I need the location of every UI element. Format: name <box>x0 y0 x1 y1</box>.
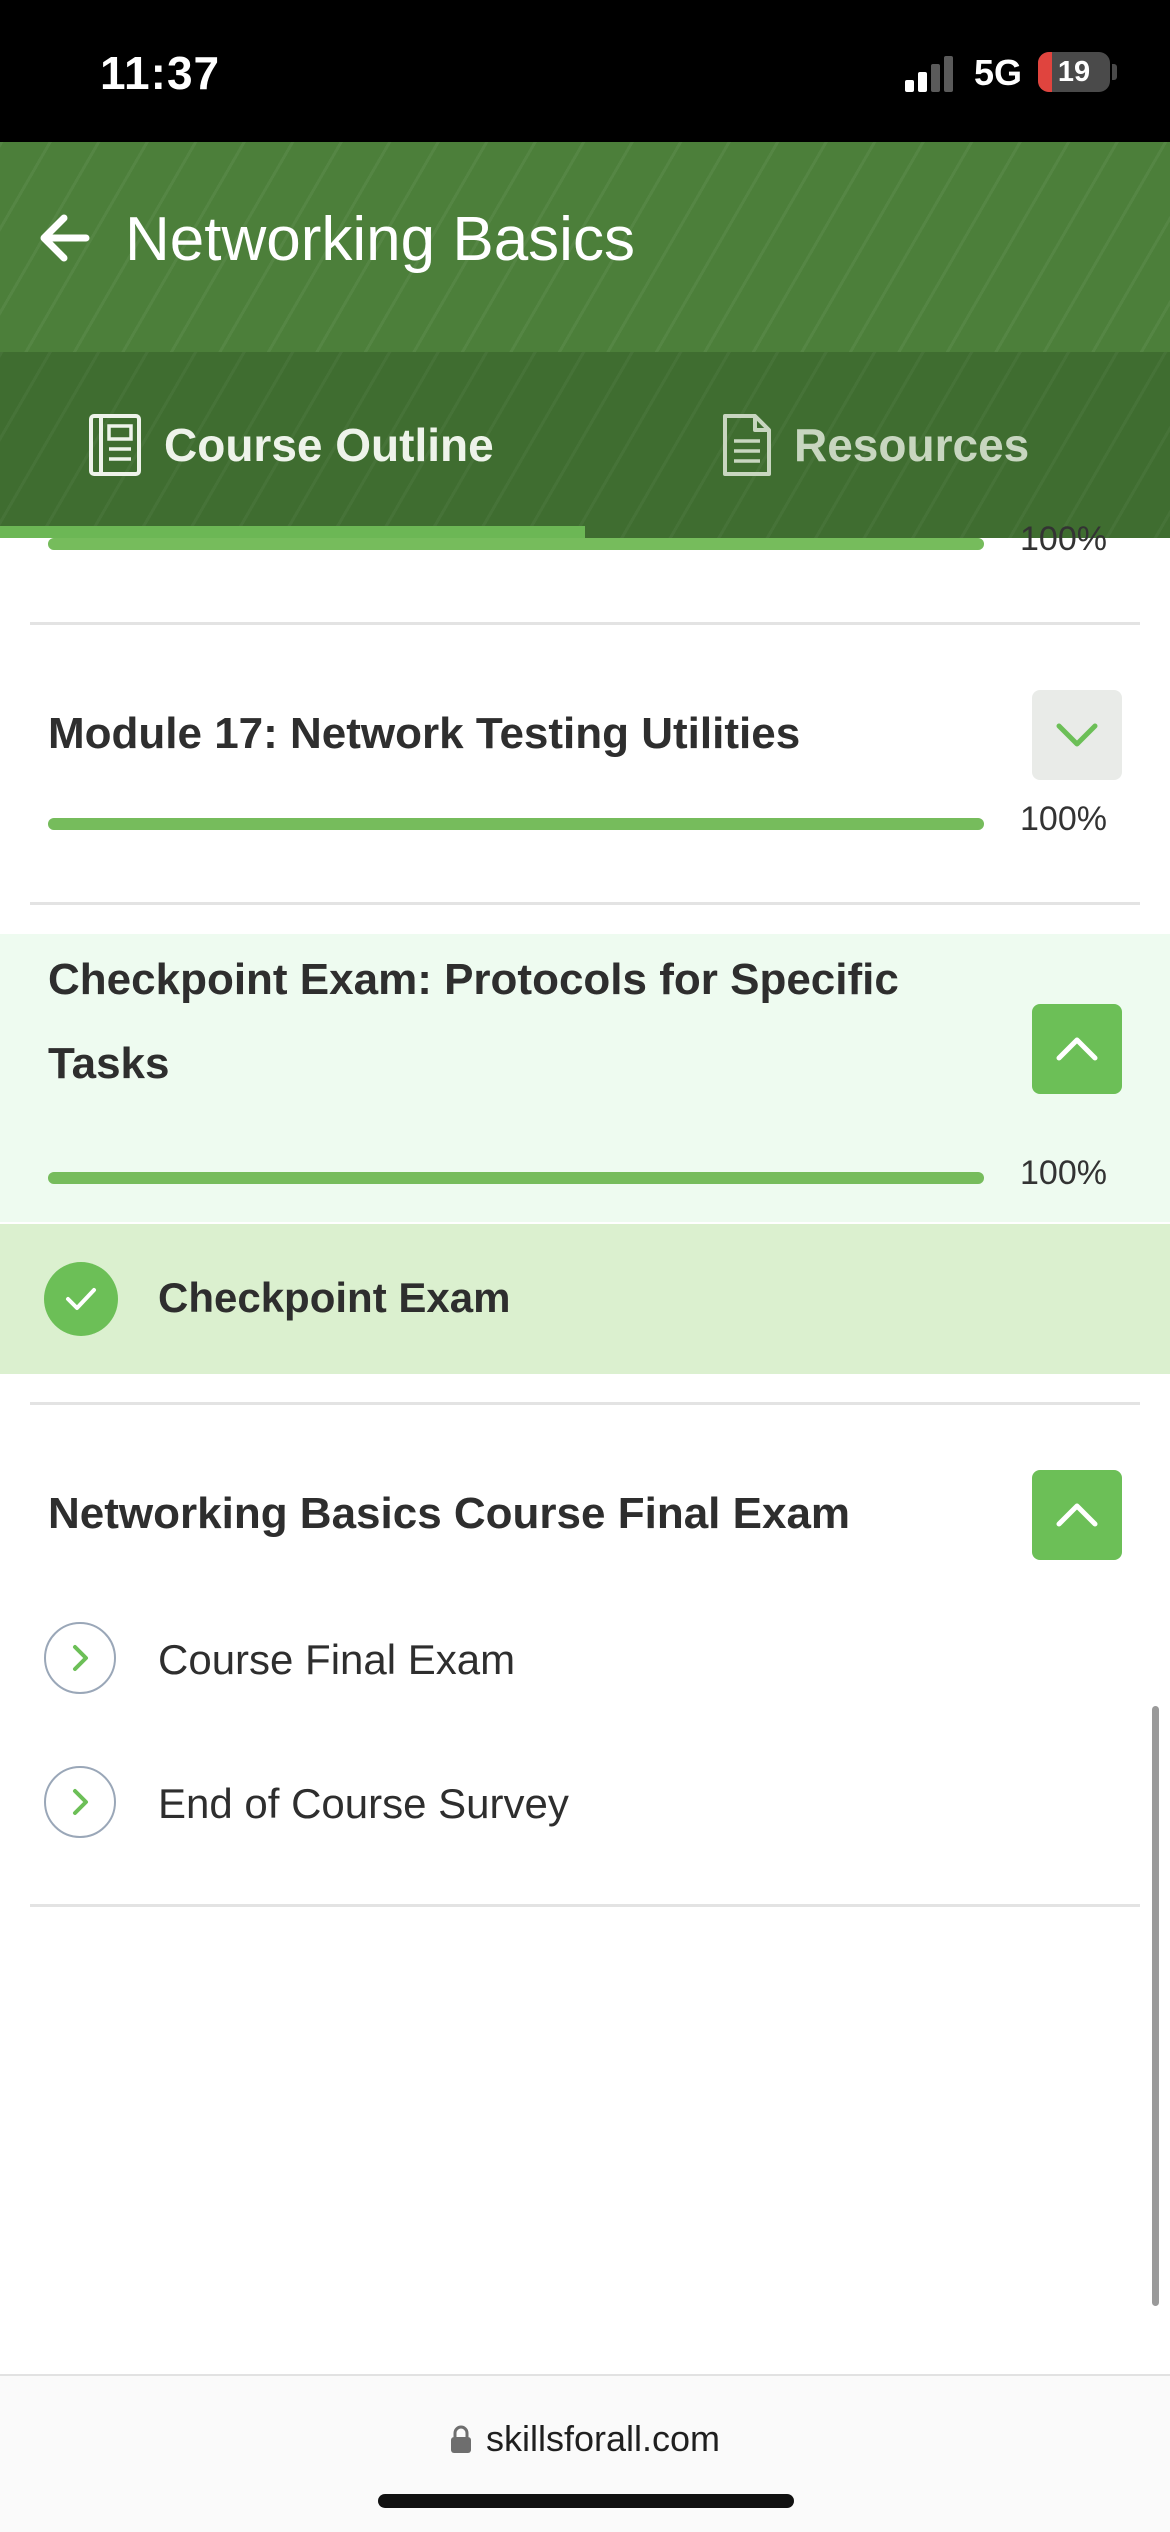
divider <box>30 622 1140 625</box>
tab-course-outline[interactable]: Course Outline <box>88 352 494 538</box>
end-of-course-survey-label: End of Course Survey <box>158 1780 569 1827</box>
signal-strength-icon <box>905 54 955 92</box>
page-title: Networking Basics <box>125 205 635 274</box>
module-title[interactable]: Module 17: Network Testing Utilities <box>48 692 800 776</box>
module-progress-bar <box>48 1172 984 1184</box>
checkpoint-exam-label: Checkpoint Exam <box>158 1274 511 1321</box>
tab-resources-label: Resources <box>794 419 1030 471</box>
battery-icon: 19 <box>1038 52 1110 92</box>
battery-percentage: 19 <box>1057 56 1091 88</box>
tab-course-outline-label: Course Outline <box>164 419 494 471</box>
chevron-up-icon <box>1056 1037 1098 1061</box>
module-progress-label: 100% <box>1020 520 1107 558</box>
back-button[interactable] <box>34 206 98 270</box>
module-expand-button[interactable] <box>1032 690 1122 780</box>
chevron-up-icon <box>1056 1503 1098 1527</box>
home-indicator[interactable] <box>378 2494 794 2508</box>
tab-bar: Course Outline Resources <box>0 352 1170 538</box>
module-collapse-button[interactable] <box>1032 1004 1122 1094</box>
chevron-down-icon <box>1056 723 1098 747</box>
course-final-exam-label: Course Final Exam <box>158 1636 516 1683</box>
module-progress-fill <box>48 818 984 830</box>
tab-resources[interactable]: Resources <box>722 352 1029 538</box>
battery-tip <box>1112 64 1117 80</box>
module-progress-label: 100% <box>1020 1154 1107 1192</box>
module-progress-fill <box>48 1172 984 1184</box>
divider <box>30 1402 1140 1405</box>
status-bar: 11:37 5G 19 <box>0 0 1170 142</box>
arrow-left-icon <box>40 214 90 262</box>
chevron-right-icon <box>44 1622 116 1694</box>
module-progress-bar <box>48 818 984 830</box>
chevron-right-icon <box>44 1766 116 1838</box>
browser-url-bar[interactable]: skillsforall.com <box>0 2374 1170 2532</box>
book-outline-icon <box>89 414 141 476</box>
url-text: skillsforall.com <box>485 2418 721 2459</box>
checkpoint-exam-item[interactable]: Checkpoint Exam <box>0 1224 1170 1374</box>
completed-check-icon <box>44 1262 118 1336</box>
end-of-course-survey-item[interactable]: End of Course Survey <box>0 1746 1170 1856</box>
app-header: Networking Basics <box>0 142 1170 352</box>
document-icon <box>723 414 771 476</box>
module-title[interactable]: Networking Basics Course Final Exam <box>48 1472 850 1556</box>
module-progress-bar <box>48 538 984 550</box>
divider <box>30 902 1140 905</box>
scrollbar[interactable] <box>1152 1706 1159 2306</box>
lock-icon <box>450 2425 471 2453</box>
divider <box>30 1904 1140 1907</box>
module-title[interactable]: Checkpoint Exam: Protocols for Specific … <box>48 938 978 1106</box>
course-final-exam-item[interactable]: Course Final Exam <box>0 1602 1170 1712</box>
status-time: 11:37 <box>100 47 221 99</box>
module-progress-fill <box>48 538 984 550</box>
active-tab-indicator <box>0 526 585 538</box>
checkpoint-exam-section: Checkpoint Exam: Protocols for Specific … <box>0 934 1170 1222</box>
network-type: 5G <box>974 52 1023 93</box>
module-progress-label: 100% <box>1020 800 1107 838</box>
module-collapse-button[interactable] <box>1032 1470 1122 1560</box>
